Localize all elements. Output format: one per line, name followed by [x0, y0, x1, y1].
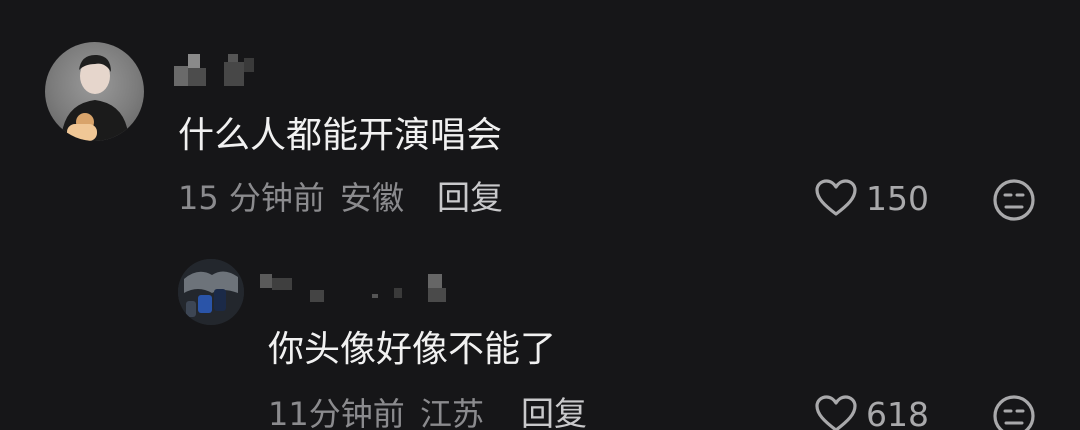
like-button[interactable]: 618	[814, 394, 929, 430]
comment-text: 什么人都能开演唱会	[178, 115, 503, 156]
username-blurred[interactable]	[172, 52, 262, 88]
avatar-photo	[61, 54, 129, 141]
like-button[interactable]: 150	[814, 178, 929, 218]
avatar-photo	[178, 259, 244, 325]
reply-time: 11分钟前	[268, 395, 405, 430]
reply-location: 江苏	[420, 395, 485, 430]
meh-face-icon	[993, 179, 1035, 221]
meh-face-icon	[993, 395, 1035, 430]
comment-time: 15 分钟前	[178, 179, 325, 217]
reply-button[interactable]: 回复	[437, 181, 503, 214]
like-count: 150	[866, 178, 929, 218]
heart-outline-icon	[815, 179, 857, 216]
reply-text: 你头像好像不能了	[268, 329, 557, 370]
dislike-button[interactable]	[992, 178, 1036, 226]
comment-section: 什么人都能开演唱会 15 分钟前 安徽 回复 150 你头像好像不能了 11分钟…	[0, 0, 1080, 430]
heart-outline-icon	[815, 395, 857, 430]
avatar[interactable]	[178, 259, 244, 325]
comment-location: 安徽	[340, 179, 405, 217]
username-blurred[interactable]	[258, 272, 458, 304]
reply-button[interactable]: 回复	[521, 397, 587, 430]
avatar[interactable]	[45, 42, 144, 141]
like-count: 618	[866, 394, 929, 430]
dislike-button[interactable]	[992, 394, 1036, 430]
